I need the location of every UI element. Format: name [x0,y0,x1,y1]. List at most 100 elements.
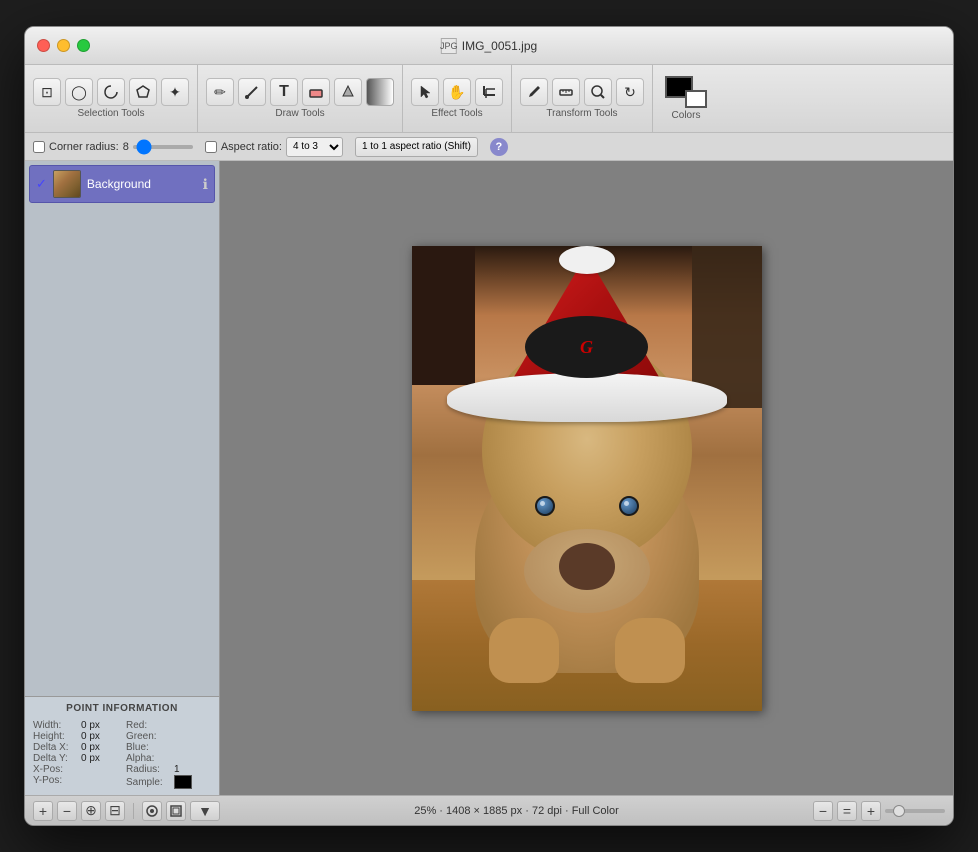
effect-tools-label: Effect Tools [431,108,482,119]
draw-tools-icons: ✏ T [206,78,394,106]
app-window: JPG IMG_0051.jpg ⊡ ◯ ✦ Selection Tools [24,26,954,826]
point-info-grid: Width: 0 px Height: 0 px Delta X: 0 px [33,720,211,789]
height-label: Height: [33,731,79,742]
hand-icon[interactable]: ✋ [443,78,471,106]
corner-radius-slider[interactable] [133,145,193,149]
sidebar: ✓ Background ℹ POINT INFORMATION Width: … [25,161,220,795]
layer-visibility-check[interactable]: ✓ [36,176,47,192]
canvas-area[interactable]: G [220,161,953,795]
point-information-panel: POINT INFORMATION Width: 0 px Height: 0 … [25,696,219,795]
traffic-lights [37,39,90,52]
eraser-icon[interactable] [302,78,330,106]
red-row: Red: [126,720,211,731]
delete-layer-button[interactable]: − [57,801,77,821]
aspect-ratio-checkbox[interactable] [205,141,217,153]
paint-bucket-icon[interactable] [334,78,362,106]
delta-y-label: Delta Y: [33,753,79,764]
import-image-button[interactable]: ⊟ [105,801,125,821]
pencil-icon[interactable]: ✏ [206,78,234,106]
layer-info-button[interactable]: ℹ [203,176,208,193]
aspect-ratio-option: Aspect ratio: 4 to 3 16 to 9 1 to 1 [205,137,343,157]
rectangular-marquee-icon[interactable]: ⊡ [33,78,61,106]
width-value: 0 px [81,720,100,731]
pointer-icon[interactable] [411,78,439,106]
y-pos-row: Y-Pos: [33,775,118,786]
radius-row: Radius: 1 [126,764,211,775]
radius-label: Radius: [126,764,172,775]
height-value: 0 px [81,731,100,742]
zoom-tool-icon[interactable] [584,78,612,106]
elliptical-marquee-icon[interactable]: ◯ [65,78,93,106]
maximize-button[interactable] [77,39,90,52]
gradient-icon[interactable] [366,78,394,106]
status-text: 25% · 1408 × 1885 px · 72 dpi · Full Col… [414,805,619,817]
corner-radius-option: Corner radius: 8 [33,141,193,153]
zoom-fit-button[interactable]: = [837,801,857,821]
layers-panel: ✓ Background ℹ [25,161,219,696]
layer-thumb-image [54,171,80,197]
statusbar-left: + − ⊕ ⊟ ▼ [33,801,220,821]
red-label: Red: [126,720,172,731]
crop-icon[interactable] [475,78,503,106]
rotate-icon[interactable]: ↻ [616,78,644,106]
merge-layers-button[interactable]: ⊕ [81,801,101,821]
toolbar-group-colors: Colors [653,65,719,132]
delta-y-value: 0 px [81,753,100,764]
transform-button[interactable] [166,801,186,821]
text-icon[interactable]: T [270,78,298,106]
zoom-out-button[interactable]: − [813,801,833,821]
color-swatches[interactable] [665,76,707,108]
layer-name: Background [87,177,197,191]
y-pos-label: Y-Pos: [33,775,79,786]
color-sampler-icon[interactable] [520,78,548,106]
blue-label: Blue: [126,742,172,753]
height-row: Height: 0 px [33,731,118,742]
delta-x-row: Delta X: 0 px [33,742,118,753]
point-info-right: Red: Green: Blue: Alpha: [126,720,211,789]
titlebar-title: JPG IMG_0051.jpg [441,38,537,54]
zoom-slider[interactable] [885,809,945,813]
effect-tools-icons: ✋ [411,78,503,106]
sample-row: Sample: [126,775,211,789]
width-row: Width: 0 px [33,720,118,731]
alpha-row: Alpha: [126,753,211,764]
radius-value: 1 [174,764,180,775]
add-layer-button[interactable]: + [33,801,53,821]
zoom-slider-thumb [893,805,905,817]
paint-brush-icon[interactable] [238,78,266,106]
delta-x-label: Delta X: [33,742,79,753]
aspect-ratio-select[interactable]: 4 to 3 16 to 9 1 to 1 [286,137,343,157]
layers-visibility-button[interactable] [142,801,162,821]
constraint-button[interactable]: 1 to 1 aspect ratio (Shift) [355,137,478,157]
close-button[interactable] [37,39,50,52]
background-layer[interactable]: ✓ Background ℹ [29,165,215,203]
sample-swatch [174,775,192,789]
corner-radius-label: Corner radius: [49,141,119,153]
lasso-icon[interactable] [97,78,125,106]
main-area: ✓ Background ℹ POINT INFORMATION Width: … [25,161,953,795]
selection-tools-icons: ⊡ ◯ ✦ [33,78,189,106]
main-image: G [412,246,762,711]
toolbar-group-selection: ⊡ ◯ ✦ Selection Tools [25,65,198,132]
toolbar-group-effect: ✋ Effect Tools [403,65,512,132]
background-color[interactable] [685,90,707,108]
zoom-in-button[interactable]: + [861,801,881,821]
draw-tools-label: Draw Tools [275,108,324,119]
magic-wand-icon[interactable]: ✦ [161,78,189,106]
colors-label: Colors [672,110,701,121]
help-button[interactable]: ? [490,138,508,156]
statusbar: + − ⊕ ⊟ ▼ 25% · 1408 × 1885 px · 72 dpi … [25,795,953,825]
transform-tools-icons: ↻ [520,78,644,106]
mode-button[interactable]: ▼ [190,801,220,821]
sample-label: Sample: [126,777,172,788]
polygonal-lasso-icon[interactable] [129,78,157,106]
green-row: Green: [126,731,211,742]
corner-radius-checkbox[interactable] [33,141,45,153]
ruler-icon[interactable] [552,78,580,106]
blue-row: Blue: [126,742,211,753]
minimize-button[interactable] [57,39,70,52]
image-container: G [412,246,762,711]
window-title: IMG_0051.jpg [462,39,537,53]
options-bar: Corner radius: 8 Aspect ratio: 4 to 3 16… [25,133,953,161]
corner-radius-value: 8 [123,141,129,153]
